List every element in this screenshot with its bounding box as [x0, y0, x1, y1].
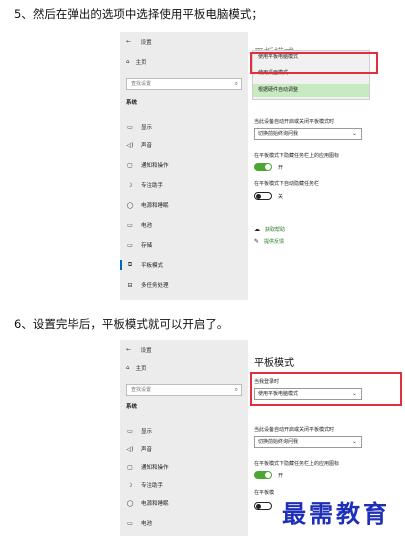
window-title: 设置: [140, 348, 152, 354]
sidebar: ← 设置 ⌂ 主页 查找设置 ⌕ 系统 ▭ 显示 ◁) 声音 ▢ 通知和操作 ☽ 专注助…: [120, 340, 248, 536]
notification-icon: ▢: [127, 161, 133, 169]
autohide-label: 在平板模式下自动隐藏任务栏: [254, 181, 320, 187]
moon-icon: ☽: [127, 481, 133, 489]
toggle-switch-on[interactable]: [254, 471, 272, 479]
home-nav-item[interactable]: ⌂ 主页: [126, 364, 147, 372]
sidebar-item-battery[interactable]: ▭ 电池: [126, 220, 152, 230]
battery-icon: ▭: [127, 519, 133, 527]
autohide-toggle[interactable]: 关: [254, 192, 283, 200]
notification-icon: ▢: [127, 463, 133, 471]
hide-icons-label: 在平板模式下隐藏任务栏上的应用图标: [254, 153, 340, 159]
step-6-caption: 6、设置完毕后，平板模式就可以开启了。: [14, 317, 229, 331]
settings-window-1: ← 设置 ⌂ 主页 查找设置 ⌕ 系统 ▭ 显示 ◁) 声音 ▢ 通知和操作 ☽ 专注助…: [120, 32, 405, 300]
highlight-box: [250, 52, 378, 74]
hide-icons-label: 在平板模式下隐藏任务栏上的应用图标: [254, 461, 340, 467]
sidebar: ← 设置 ⌂ 主页 查找设置 ⌕ 系统 ▭ 显示 ◁) 声音 ▢ 通知和操作 ☽ 专注助…: [120, 32, 248, 300]
highlight-box: [250, 372, 402, 406]
home-icon: ⌂: [126, 59, 130, 65]
toggle-switch-on[interactable]: [254, 163, 272, 171]
sidebar-item-display[interactable]: ▭ 显示: [126, 122, 152, 132]
battery-icon: ▭: [127, 221, 133, 229]
moon-icon: ☽: [127, 181, 133, 189]
category-label: 系统: [126, 100, 138, 106]
hide-icons-toggle[interactable]: 开: [254, 471, 283, 479]
sidebar-item-focus-assist[interactable]: ☽ 专注助手: [126, 480, 163, 490]
monitor-icon: ▭: [127, 427, 133, 435]
hide-icons-toggle[interactable]: 开: [254, 163, 283, 171]
search-icon: ⌕: [234, 80, 238, 87]
help-link[interactable]: ☁ 获取帮助: [254, 226, 285, 233]
feedback-icon: ✎: [254, 238, 260, 245]
back-arrow-icon[interactable]: ←: [126, 39, 131, 45]
storage-icon: ▭: [127, 241, 133, 249]
sidebar-item-multitasking[interactable]: ⊟ 多任务处理: [126, 280, 168, 290]
back-arrow-icon[interactable]: ←: [126, 347, 131, 353]
chevron-down-icon: ⌄: [351, 438, 357, 445]
watermark-text: 最需教育: [282, 499, 390, 528]
toggle-switch-off[interactable]: [254, 502, 272, 510]
sidebar-item-storage[interactable]: ▭ 存储: [126, 240, 152, 250]
main-panel: 平板模式 使用平板电脑模式 使用桌面模式 根据硬件自动调整 当此设备自动开启或关…: [248, 32, 405, 300]
help-icon: ☁: [254, 226, 260, 233]
chevron-down-icon: ⌄: [351, 130, 357, 137]
home-nav-item[interactable]: ⌂ 主页: [126, 58, 147, 66]
speaker-icon: ◁): [126, 445, 134, 453]
autohide-label: 在平板模: [254, 490, 275, 496]
page-title: 平板模式: [254, 358, 294, 369]
sidebar-item-power[interactable]: ◯ 电源和睡眠: [126, 498, 169, 508]
sidebar-item-focus-assist[interactable]: ☽ 专注助手: [126, 180, 163, 190]
home-icon: ⌂: [126, 365, 130, 371]
feedback-link[interactable]: ✎ 提供反馈: [254, 238, 284, 245]
sidebar-item-sound[interactable]: ◁) 声音: [126, 444, 153, 454]
step-5-caption: 5、然后在弹出的选项中选择使用平板电脑模式；: [14, 7, 263, 21]
sidebar-item-power[interactable]: ◯ 电源和睡眠: [126, 200, 169, 210]
tablet-icon: ⧉: [127, 261, 133, 268]
prompt-dropdown[interactable]: 切换前始终询问我 ⌄: [254, 128, 362, 140]
search-input[interactable]: 查找设置 ⌕: [126, 78, 242, 90]
prompt-label: 当此设备自动开启或关闭平板模式时: [254, 119, 335, 125]
multitask-icon: ⊟: [127, 281, 133, 289]
window-title: 设置: [140, 40, 152, 46]
power-icon: ◯: [126, 201, 134, 209]
search-input[interactable]: 查找设置 ⌕: [126, 384, 242, 396]
sidebar-item-display[interactable]: ▭ 显示: [126, 426, 152, 436]
monitor-icon: ▭: [127, 123, 133, 131]
search-icon: ⌕: [234, 386, 238, 393]
power-icon: ◯: [126, 499, 134, 507]
prompt-dropdown[interactable]: 切换前始终询问我 ⌄: [254, 436, 362, 448]
sidebar-item-tablet-mode[interactable]: ⧉ 平板模式: [120, 260, 163, 270]
option-auto-mode[interactable]: 根据硬件自动调整: [253, 84, 369, 97]
prompt-label: 当此设备自动开启或关闭平板模式时: [254, 427, 335, 433]
speaker-icon: ◁): [126, 141, 134, 149]
category-label: 系统: [126, 404, 138, 410]
sidebar-item-notifications[interactable]: ▢ 通知和操作: [126, 160, 168, 170]
autohide-toggle[interactable]: [254, 502, 272, 510]
sidebar-item-notifications[interactable]: ▢ 通知和操作: [126, 462, 168, 472]
sidebar-item-battery[interactable]: ▭ 电池: [126, 518, 152, 528]
toggle-switch-off[interactable]: [254, 192, 272, 200]
sidebar-item-sound[interactable]: ◁) 声音: [126, 140, 153, 150]
